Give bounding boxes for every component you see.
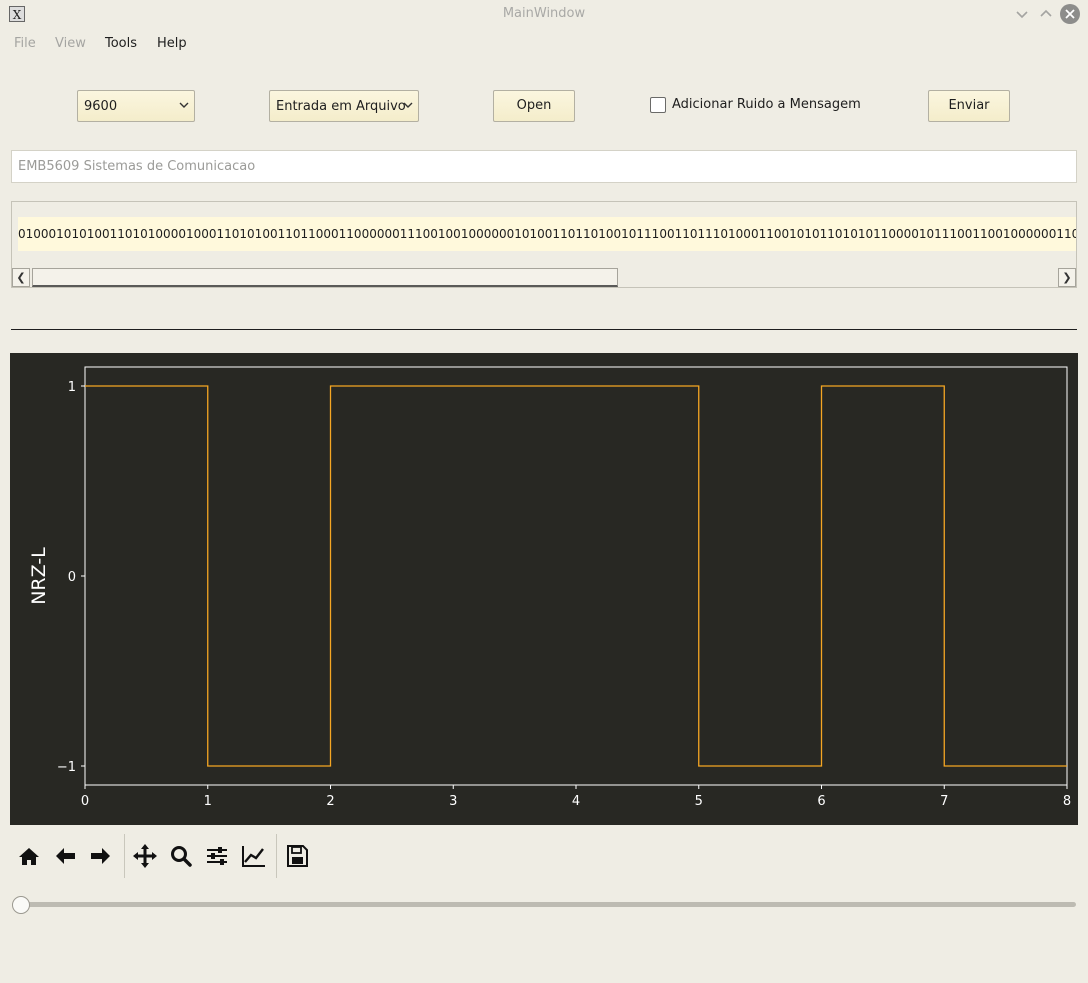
slider-groove [12,902,1076,907]
baud-rate-value: 9600 [84,99,118,114]
configure-subplots-icon[interactable] [202,838,232,874]
x-tick-label: 5 [695,794,703,809]
zoom-icon[interactable] [166,838,196,874]
maximize-icon[interactable] [1037,5,1055,23]
back-arrow-icon[interactable] [50,838,80,874]
open-button[interactable]: Open [493,90,575,122]
message-input[interactable] [12,151,1076,182]
y-tick-label: 1 [68,380,76,395]
close-icon[interactable] [1060,4,1080,24]
home-icon[interactable] [14,838,44,874]
y-tick-label: −1 [57,760,76,775]
input-source-combobox[interactable]: Entrada em Arquivo [269,90,419,122]
edit-axis-icon[interactable] [238,838,268,874]
menu-help[interactable]: Help [157,36,187,51]
send-button[interactable]: Enviar [928,90,1010,122]
x-tick-label: 0 [81,794,89,809]
y-axis-label: NRZ-L [28,547,50,605]
add-noise-label: Adicionar Ruido a Mensagem [672,97,861,112]
slider-handle[interactable] [12,896,30,914]
input-source-value: Entrada em Arquivo [276,99,406,114]
x-tick-label: 7 [940,794,948,809]
x-tick-label: 3 [449,794,457,809]
minimize-icon[interactable] [1013,5,1031,23]
scrollbar-thumb[interactable] [32,268,618,287]
x-tick-label: 8 [1063,794,1071,809]
pan-icon[interactable] [130,838,160,874]
forward-arrow-icon[interactable] [86,838,116,874]
window-title: MainWindow [502,6,586,21]
separator-line [11,329,1077,330]
save-icon[interactable] [282,838,312,874]
x-tick-label: 2 [326,794,334,809]
x-tick-label: 4 [572,794,580,809]
x-tick-label: 6 [817,794,825,809]
x-tick-label: 1 [204,794,212,809]
y-tick-label: 0 [68,570,76,585]
menu-view[interactable]: View [55,36,86,51]
title-bar: X MainWindow [0,0,1088,28]
bitstream-text: 0100010101001101010000100011010100110110… [18,217,1076,251]
add-noise-checkbox[interactable] [650,97,666,113]
toolbar-separator [124,834,125,878]
chevron-down-icon [403,102,413,108]
toolbar-separator [276,834,277,878]
signal-slider[interactable] [12,895,1078,915]
nrz-l-plot[interactable]: NRZ-L 0 1 2 3 4 5 6 7 8 1 0 −1 [10,353,1078,825]
horizontal-scrollbar[interactable]: ❮ ❯ [12,268,1076,287]
chevron-down-icon [179,102,189,108]
plot-background [10,353,1078,825]
menu-file[interactable]: File [14,36,36,51]
scroll-right-icon[interactable]: ❯ [1058,268,1076,287]
baud-rate-combobox[interactable]: 9600 [77,90,195,122]
scroll-left-icon[interactable]: ❮ [12,268,30,287]
menu-tools[interactable]: Tools [105,36,137,51]
bitstream-scroll-area[interactable]: 0100010101001101010000100011010100110110… [11,201,1077,288]
message-input-field[interactable] [11,150,1077,183]
